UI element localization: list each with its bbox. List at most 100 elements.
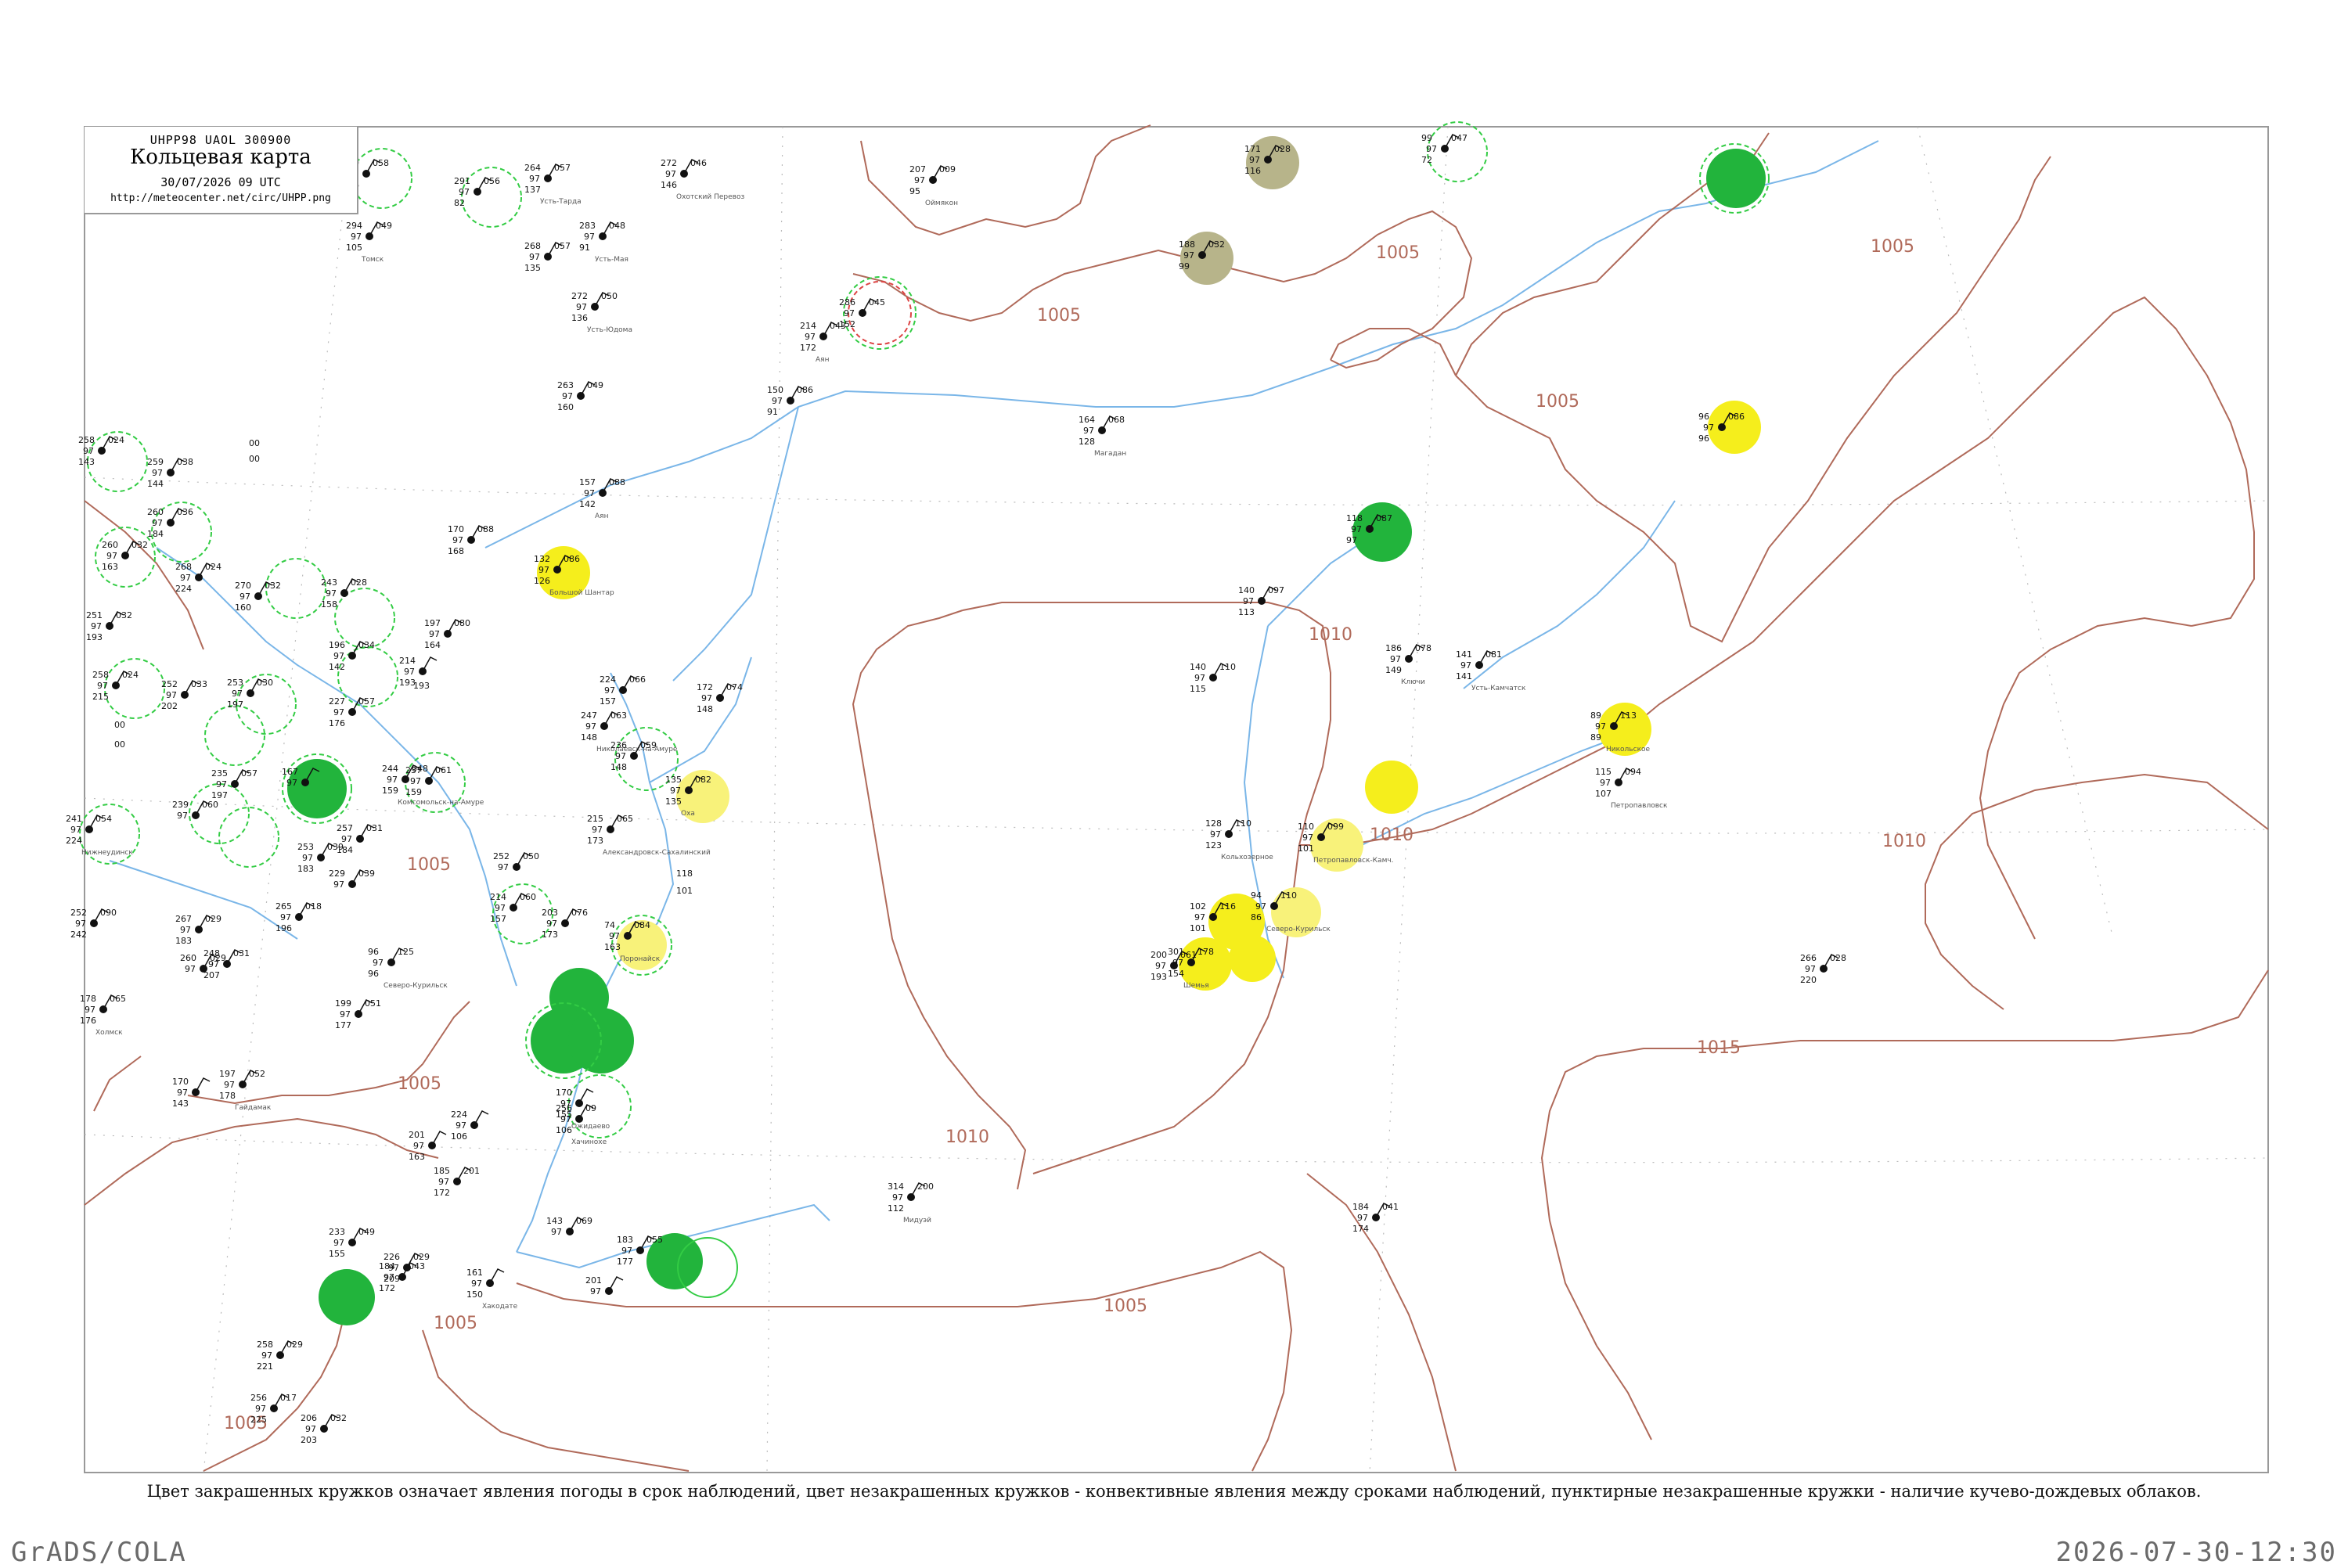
station-visibility: 97 [562, 391, 573, 401]
station-visibility: 97 [584, 488, 595, 498]
station-visibility: 97 [551, 1227, 562, 1237]
station-visibility: 97 [224, 1080, 235, 1090]
station-visibility: 97 [772, 396, 783, 406]
station-visibility: 97 [152, 468, 163, 478]
isobar-label: 1005 [1037, 306, 1081, 325]
station-visibility: 97 [844, 308, 855, 318]
station-temperature: 74 [604, 920, 615, 930]
footer-software: GrADS/COLA [11, 1537, 187, 1568]
station-temperature: 241 [66, 814, 82, 824]
station-temperature: 286 [839, 297, 855, 307]
station-pressure: 069 [576, 1216, 592, 1226]
station-visibility: 97 [621, 1246, 632, 1256]
loose-number: 193 [413, 681, 430, 691]
station-name: Нижнеудинск [81, 849, 133, 857]
station-visibility: 97 [665, 169, 676, 179]
station-pressure: 028 [351, 577, 367, 588]
station-dewpoint: 86 [1251, 912, 1262, 922]
station-temperature: 132 [534, 554, 550, 564]
station-dewpoint: 203 [301, 1435, 317, 1445]
station-dewpoint: 91 [767, 407, 778, 417]
station-pressure: 055 [646, 1235, 663, 1245]
station-visibility: 97 [373, 958, 384, 968]
station-temperature: 235 [211, 768, 228, 779]
station-dewpoint: 173 [542, 930, 558, 940]
station-visibility: 97 [538, 565, 549, 575]
station-temperature: 283 [579, 221, 596, 231]
station-dewpoint: 95 [909, 186, 920, 196]
station-dewpoint: 146 [661, 180, 677, 190]
station-visibility: 97 [604, 685, 615, 696]
station-visibility: 97 [1460, 660, 1471, 671]
isobar-label: 1005 [1536, 392, 1579, 412]
station-visibility: 97 [1357, 1213, 1368, 1223]
station-dewpoint: 142 [579, 499, 596, 509]
station-pressure: 049 [358, 1227, 375, 1237]
station-name: Гайдамак [235, 1104, 272, 1112]
station-pressure: 041 [1382, 1202, 1399, 1212]
station-temperature: 233 [329, 1227, 345, 1237]
station-pressure: 045 [869, 297, 885, 307]
station-dewpoint: 123 [1205, 840, 1222, 851]
station-temperature: 170 [448, 524, 464, 534]
station-temperature: 164 [1079, 415, 1095, 425]
station-visibility: 97 [1255, 901, 1266, 912]
station-visibility: 97 [546, 919, 557, 929]
station-dewpoint: 101 [1298, 843, 1314, 854]
station-temperature: 188 [1179, 239, 1195, 250]
station-visibility: 97 [333, 707, 344, 717]
station-visibility: 97 [1249, 155, 1260, 165]
station-visibility: 97 [498, 862, 509, 872]
station-name: Северо-Курильск [1266, 926, 1331, 933]
station-temperature: 260 [102, 540, 118, 550]
station-pressure: 046 [690, 158, 707, 168]
station-visibility: 97 [471, 1278, 482, 1289]
station-pressure: 049 [587, 380, 603, 390]
station-visibility: 97 [326, 588, 337, 599]
station-pressure: 086 [564, 554, 580, 564]
station-name: Оха [681, 810, 695, 818]
loose-number: 00 [249, 438, 260, 448]
station-pressure: 050 [523, 851, 539, 861]
station-visibility: 97 [410, 776, 421, 786]
station-temperature: 203 [542, 908, 558, 918]
station-pressure: 113 [1620, 710, 1637, 721]
station-name: Никольское [1606, 746, 1651, 753]
station-visibility: 97 [584, 232, 595, 242]
station-name: Александровск-Сахалинский [603, 849, 711, 857]
station-visibility: 97 [576, 302, 587, 312]
station-temperature: 257 [337, 823, 353, 833]
station-temperature: 258 [257, 1340, 273, 1350]
station-temperature: 264 [524, 163, 541, 173]
station-temperature: 263 [557, 380, 574, 390]
station-dewpoint: 82 [454, 198, 465, 208]
station-pressure: 060 [202, 800, 218, 810]
station-visibility: 97 [1351, 524, 1362, 534]
station-pressure: 039 [358, 869, 375, 879]
station-pressure: 086 [797, 385, 813, 395]
station-dewpoint: 148 [610, 762, 627, 772]
station-name: Комсомольск-на-Амуре [398, 799, 484, 807]
station-temperature: 118 [1346, 513, 1363, 523]
station-name: Аян [816, 356, 830, 364]
station-pressure: 029 [413, 1252, 430, 1262]
station-visibility: 97 [216, 779, 227, 789]
station-pressure: 034 [358, 640, 375, 650]
station-visibility: 97 [1194, 673, 1205, 683]
station-temperature: 172 [697, 682, 713, 692]
station-name: Холмск [95, 1029, 123, 1037]
station-dewpoint: 96 [1698, 433, 1709, 444]
station-name: Шемья [1183, 982, 1209, 990]
station-name: Магадан [1094, 450, 1126, 458]
station-pressure: 110 [1219, 662, 1236, 672]
station-visibility: 97 [1426, 144, 1437, 154]
station-temperature: 206 [301, 1413, 317, 1423]
station-dewpoint: 115 [1190, 684, 1206, 694]
station-temperature: 267 [175, 914, 192, 924]
station-temperature: 157 [579, 477, 596, 487]
station-pressure: 028 [1830, 953, 1846, 963]
station-dewpoint: 157 [600, 696, 616, 707]
station-visibility: 97 [529, 174, 540, 184]
station-dewpoint: 116 [1244, 166, 1261, 176]
station-dewpoint: 177 [335, 1020, 351, 1030]
